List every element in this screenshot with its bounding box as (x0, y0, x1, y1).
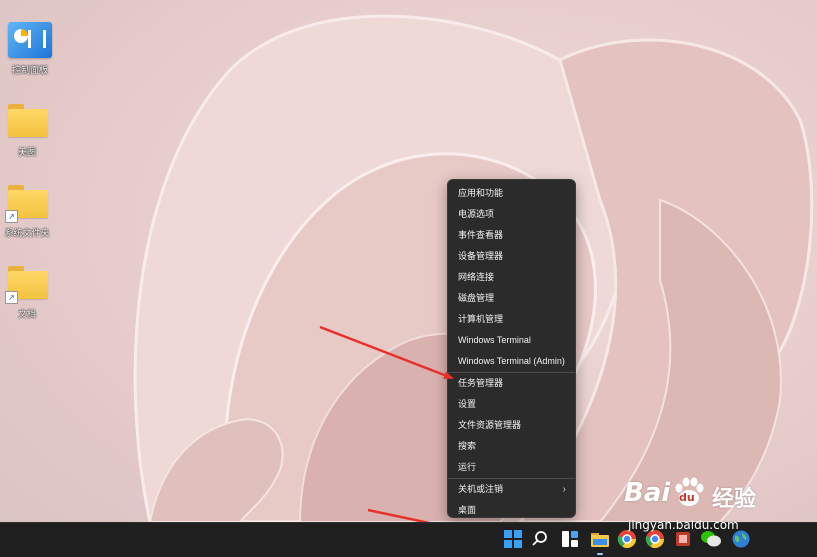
search-icon[interactable] (530, 529, 550, 549)
baidu-jingyan-watermark: Bai du 经验 jingyan.baidu.com (612, 477, 812, 538)
watermark-url: jingyan.baidu.com (628, 518, 739, 532)
arrow-to-task-manager (319, 325, 454, 380)
file-explorer-icon[interactable] (590, 529, 610, 549)
watermark-cn: 经验 (712, 487, 757, 512)
windows-start-icon[interactable] (503, 529, 523, 549)
watermark-paw-text: du (679, 491, 695, 504)
widgets-icon[interactable] (560, 529, 580, 549)
watermark-brand: Bai (624, 478, 671, 508)
annotation-arrows (319, 325, 502, 541)
active-indicator (597, 553, 603, 555)
